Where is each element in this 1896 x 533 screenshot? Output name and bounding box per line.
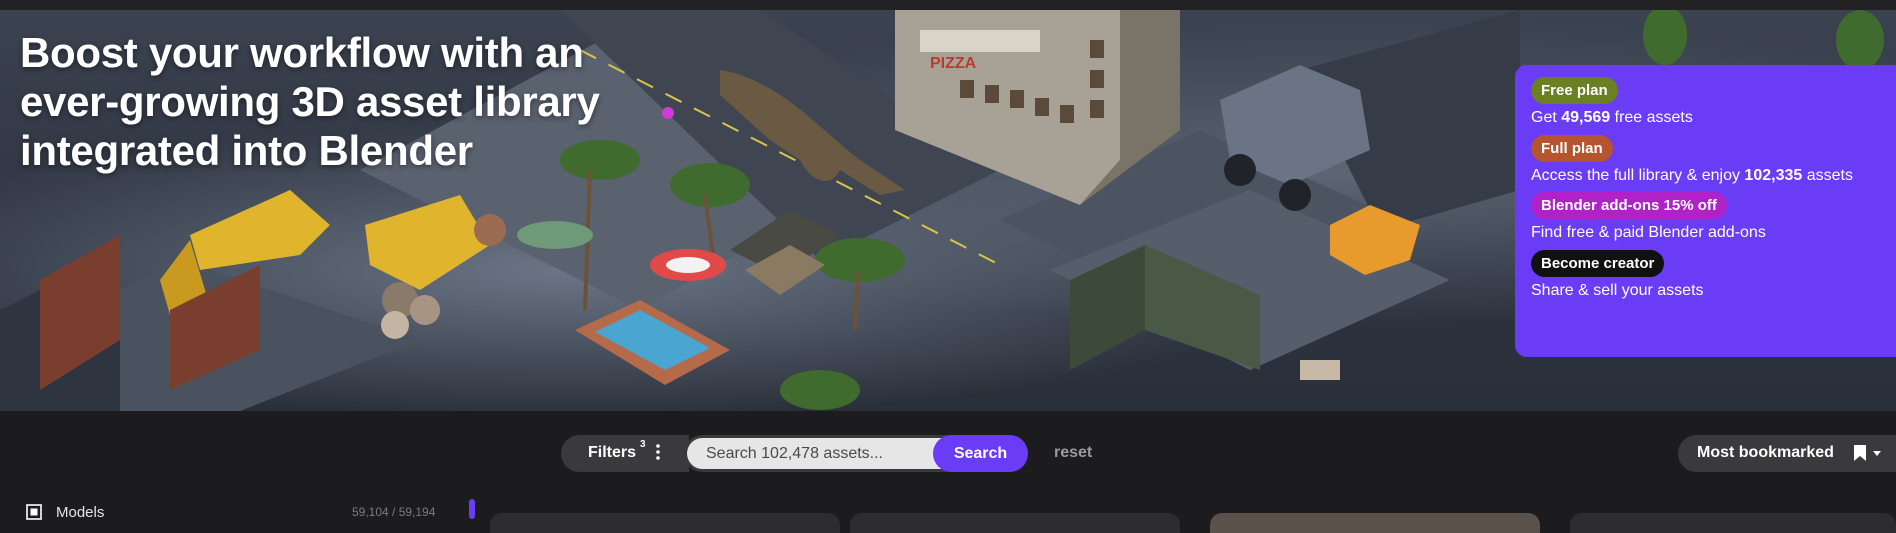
pizza-sign: PIZZA: [930, 55, 977, 72]
asset-card[interactable]: [850, 513, 1180, 533]
sidebar-item-label: Models: [56, 504, 105, 521]
filters-label: Filters: [588, 444, 637, 461]
asset-toolbar: Filters 3 Search reset Most bookmarked M…: [0, 411, 1896, 533]
top-bar: [0, 0, 1896, 10]
sort-dropdown[interactable]: Most bookmarked: [1678, 435, 1896, 472]
full-plan-description: Access the full library & enjoy 102,335 …: [1531, 167, 1853, 184]
filters-button[interactable]: Filters: [561, 435, 689, 472]
addons-description: Find free & paid Blender add-ons: [1531, 224, 1766, 241]
kebab-menu-icon[interactable]: [655, 444, 661, 460]
addons-badge[interactable]: Blender add-ons 15% off: [1531, 192, 1727, 219]
sort-label: Most bookmarked: [1697, 444, 1834, 461]
free-plan-badge[interactable]: Free plan: [1531, 77, 1618, 104]
free-plan-description: Get 49,569 free assets: [1531, 109, 1693, 126]
hero-banner: PIZZA Boost your workflow with an ever-g…: [0, 10, 1896, 411]
bookmark-icon: [1854, 445, 1866, 461]
asset-card[interactable]: [490, 513, 840, 533]
plan-addons[interactable]: Blender add-ons 15% off Find free & paid…: [1531, 192, 1766, 242]
full-plan-badge[interactable]: Full plan: [1531, 135, 1613, 162]
filters-count-badge: 3: [640, 439, 646, 450]
creator-description: Share & sell your assets: [1531, 282, 1704, 299]
plans-panel: Free plan Get 49,569 free assets Full pl…: [1515, 65, 1896, 357]
category-models-icon: [26, 504, 42, 520]
asset-card[interactable]: [1210, 513, 1540, 533]
search-input[interactable]: [687, 438, 967, 469]
plan-full[interactable]: Full plan Access the full library & enjo…: [1531, 135, 1853, 185]
caret-down-icon: [1873, 451, 1881, 456]
search-button[interactable]: Search: [933, 435, 1028, 472]
become-creator-badge[interactable]: Become creator: [1531, 250, 1665, 277]
plan-creator[interactable]: Become creator Share & sell your assets: [1531, 250, 1704, 300]
asset-card[interactable]: [1570, 513, 1896, 533]
scroll-indicator[interactable]: [469, 499, 475, 519]
plan-free[interactable]: Free plan Get 49,569 free assets: [1531, 77, 1693, 127]
reset-link[interactable]: reset: [1054, 444, 1092, 462]
hero-title: Boost your workflow with an ever-growing…: [20, 29, 600, 174]
